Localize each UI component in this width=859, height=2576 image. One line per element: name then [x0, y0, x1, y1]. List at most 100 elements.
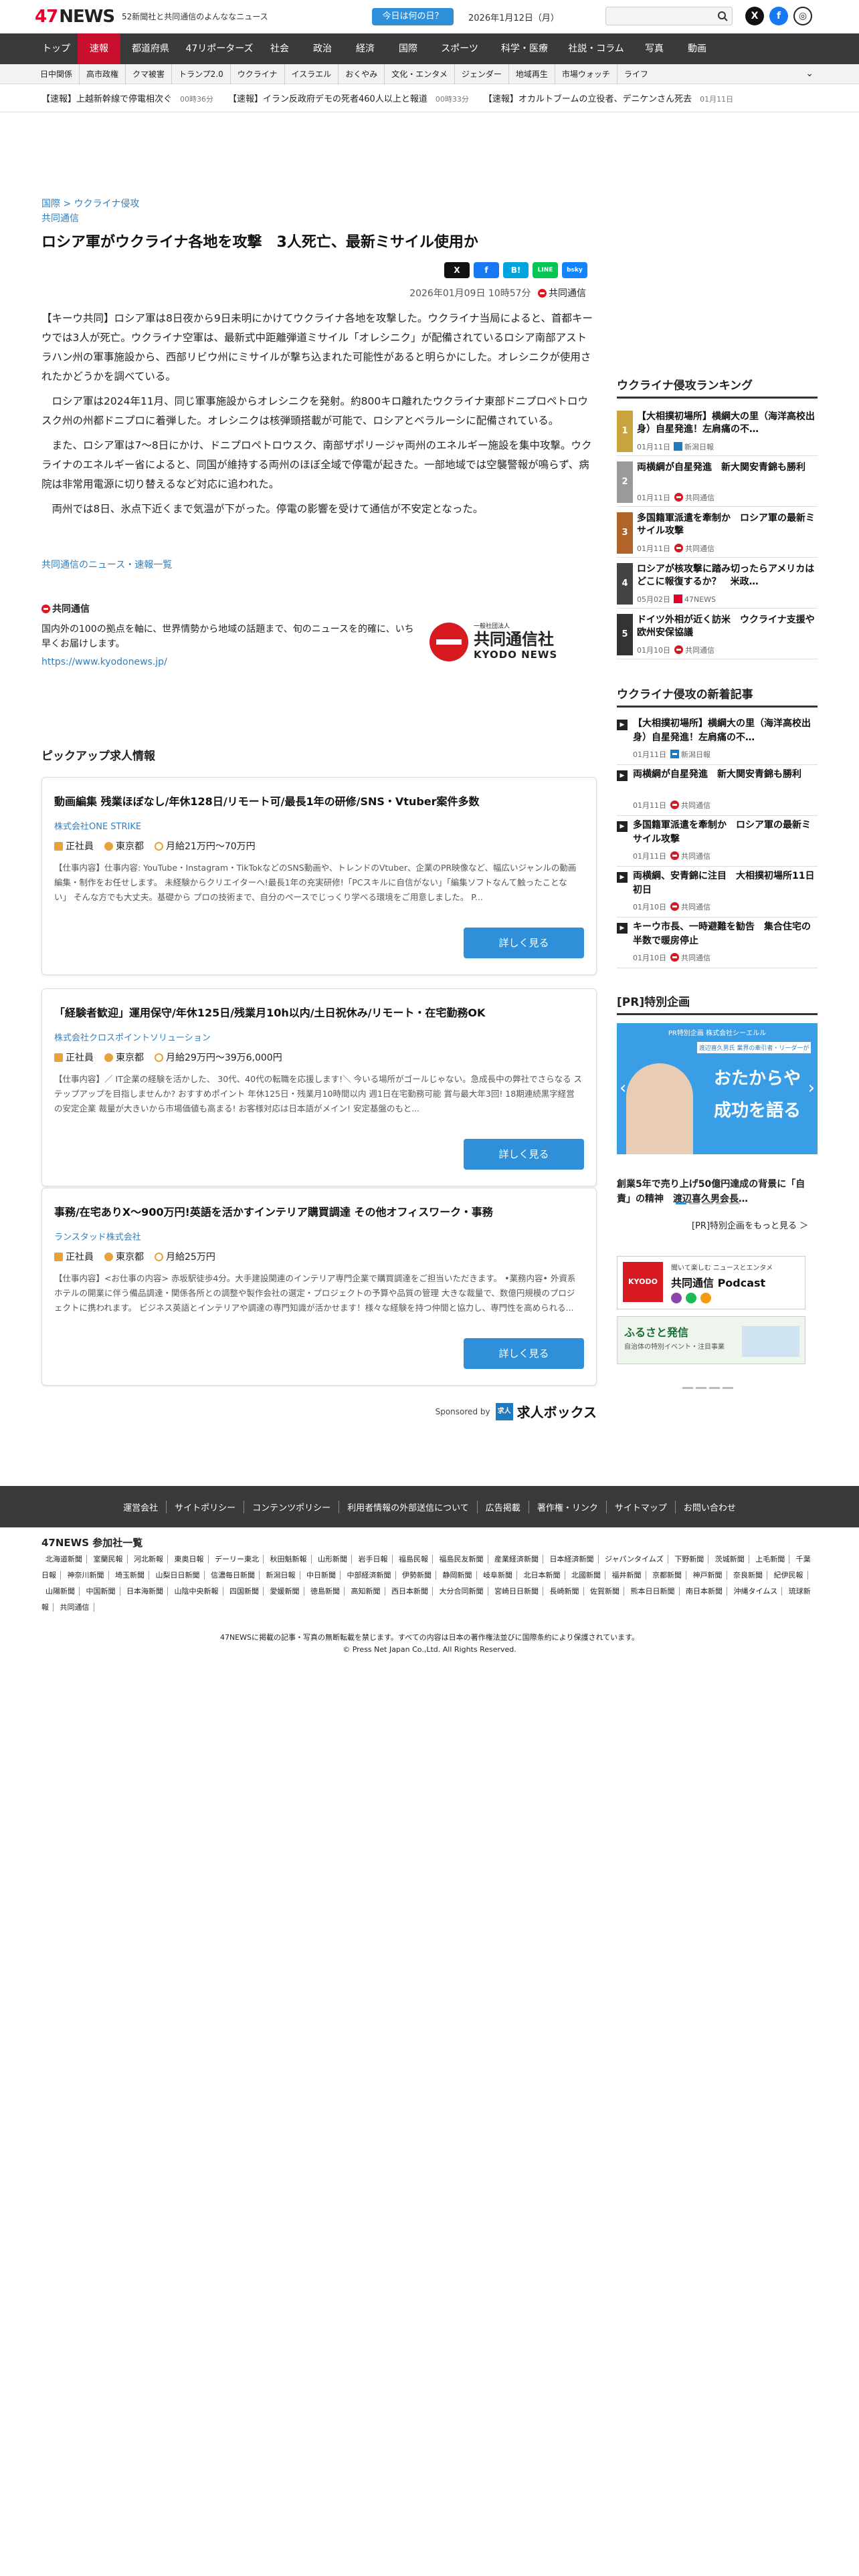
- member-link[interactable]: 大分合同新聞: [435, 1587, 488, 1596]
- search-input[interactable]: [606, 7, 713, 25]
- job-company[interactable]: ランスタッド株式会社: [54, 1230, 141, 1243]
- job-company[interactable]: 株式会社クロスポイントソリューション: [54, 1031, 211, 1043]
- nav-item-international[interactable]: 国際: [387, 33, 430, 64]
- carousel-dot[interactable]: [676, 1202, 686, 1204]
- latest-item[interactable]: ▶ 多国籍軍派遣を牽制か ロシア軍の最新ミサイル攻撃 01月11日 共同通信: [617, 817, 818, 867]
- member-link[interactable]: 埼玉新聞: [111, 1571, 149, 1580]
- nav-item-society[interactable]: 社会: [258, 33, 301, 64]
- ranking-item[interactable]: 3 多国籍軍派遣を牽制か ロシア軍の最新ミサイル攻撃 01月11日 共同通信: [617, 508, 818, 558]
- ranking-item[interactable]: 1 【大相撲初場所】横綱大の里（海洋高校出身）自星発進！左肩痛の不… 01月11…: [617, 407, 818, 456]
- member-link[interactable]: 愛媛新聞: [266, 1587, 304, 1596]
- job-detail-button[interactable]: 詳しく見る: [464, 928, 584, 958]
- globe-icon[interactable]: ◎: [793, 7, 812, 25]
- nav-item-economy[interactable]: 経済: [344, 33, 387, 64]
- member-link[interactable]: 紀伊民報: [769, 1571, 808, 1580]
- site-logo[interactable]: 47 NEWS: [35, 7, 115, 27]
- share-hatena-button[interactable]: B!: [503, 262, 529, 278]
- topic-item[interactable]: 文化・エンタメ: [385, 64, 455, 84]
- nav-item-sports[interactable]: スポーツ: [430, 33, 490, 64]
- topic-item[interactable]: トランプ2.0: [172, 64, 231, 84]
- carousel-dot[interactable]: [716, 1202, 727, 1204]
- member-link[interactable]: 山陽新聞: [41, 1587, 80, 1596]
- carousel-dot[interactable]: [689, 1202, 700, 1204]
- topic-item[interactable]: ライフ: [617, 64, 655, 84]
- member-link[interactable]: 福井新聞: [607, 1571, 646, 1580]
- member-link[interactable]: 奈良新聞: [729, 1571, 767, 1580]
- x-icon[interactable]: X: [745, 7, 764, 25]
- topic-item[interactable]: 地域再生: [509, 64, 555, 84]
- ticker-item[interactable]: 【速報】イラン反政府デモの死者460人以上と報道 00時33分: [228, 92, 469, 104]
- member-link[interactable]: 山陰中央新報: [170, 1587, 223, 1596]
- member-link[interactable]: 静岡新聞: [438, 1571, 477, 1580]
- member-link[interactable]: 茨城新聞: [710, 1555, 749, 1564]
- kyodo-news-list-link[interactable]: 共同通信のニュース・速報一覧: [41, 558, 172, 571]
- nav-item-politics[interactable]: 政治: [301, 33, 344, 64]
- job-title[interactable]: 動画編集 残業ほぼなし/年休128日/リモート可/最長1年の研修/SNS・Vtu…: [54, 792, 583, 809]
- member-link[interactable]: 長崎新聞: [545, 1587, 584, 1596]
- source-category-link[interactable]: 共同通信: [41, 211, 79, 225]
- job-detail-button[interactable]: 詳しく見る: [464, 1338, 584, 1369]
- member-link[interactable]: 共同通信: [56, 1603, 94, 1612]
- share-bluesky-button[interactable]: bsky: [562, 262, 587, 278]
- member-link[interactable]: 下野新聞: [670, 1555, 709, 1564]
- carousel-dot[interactable]: [729, 1202, 740, 1204]
- topic-item[interactable]: ジェンダー: [455, 64, 509, 84]
- member-link[interactable]: 神戸新聞: [688, 1571, 727, 1580]
- member-link[interactable]: 室蘭民報: [89, 1555, 128, 1564]
- nav-item-breaking[interactable]: 速報: [78, 33, 120, 64]
- member-link[interactable]: 四国新聞: [225, 1587, 264, 1596]
- job-title[interactable]: 事務/在宅ありX〜900万円!英語を活かすインテリア購買調達 その他オフィスワー…: [54, 1203, 583, 1219]
- member-link[interactable]: 神奈川新聞: [63, 1571, 109, 1580]
- member-link[interactable]: 徳島新聞: [306, 1587, 345, 1596]
- member-link[interactable]: 北日本新聞: [519, 1571, 565, 1580]
- job-company[interactable]: 株式会社ONE STRIKE: [54, 819, 141, 832]
- member-link[interactable]: 新潟日報: [262, 1571, 300, 1580]
- furusato-banner[interactable]: ふるさと発信 自治体の特別イベント・注目事業: [617, 1316, 805, 1364]
- member-link[interactable]: 河北新報: [130, 1555, 168, 1564]
- member-link[interactable]: 福島民報: [395, 1555, 433, 1564]
- nav-item-top[interactable]: トップ: [35, 33, 78, 64]
- latest-item[interactable]: ▶ 【大相撲初場所】横綱大の里（海洋高校出身）自星発進！左肩痛の不… 01月11…: [617, 716, 818, 765]
- member-link[interactable]: 佐賀新聞: [586, 1587, 624, 1596]
- member-link[interactable]: 福島民友新聞: [435, 1555, 488, 1564]
- latest-item[interactable]: ▶ 両横綱が自星発進 新大関安青錦も勝利 01月11日 共同通信: [617, 766, 818, 816]
- nav-item-editorial[interactable]: 社説・コラム: [559, 33, 633, 64]
- member-link[interactable]: 宮崎日日新聞: [490, 1587, 543, 1596]
- carousel-next-icon[interactable]: ›: [799, 1078, 815, 1099]
- topic-item[interactable]: 日中関係: [35, 64, 80, 84]
- footer-link[interactable]: 利用者情報の外部送信について: [339, 1500, 478, 1513]
- member-link[interactable]: 沖縄タイムス: [729, 1587, 783, 1596]
- footer-link[interactable]: コンテンツポリシー: [244, 1500, 340, 1513]
- pr-more-link[interactable]: [PR]特別企画をもっと見る ＞: [692, 1218, 808, 1231]
- member-link[interactable]: 中日新聞: [302, 1571, 341, 1580]
- topic-item[interactable]: ウクライナ: [231, 64, 285, 84]
- member-link[interactable]: 京都新聞: [648, 1571, 686, 1580]
- member-link[interactable]: 高知新聞: [347, 1587, 385, 1596]
- footer-link[interactable]: サイトマップ: [607, 1500, 676, 1513]
- kyodo-url[interactable]: https://www.kyodonews.jp/: [41, 657, 167, 667]
- nav-item-reporters[interactable]: 47リポーターズ: [181, 33, 258, 64]
- topic-item[interactable]: 市場ウォッチ: [555, 64, 617, 84]
- ranking-item[interactable]: 2 両横綱が自星発進 新大関安青錦も勝利 01月11日 共同通信: [617, 457, 818, 507]
- member-link[interactable]: 日本海新聞: [122, 1587, 168, 1596]
- member-link[interactable]: 山形新聞: [314, 1555, 352, 1564]
- share-x-button[interactable]: X: [444, 262, 470, 278]
- member-link[interactable]: 中部経済新聞: [343, 1571, 396, 1580]
- latest-item[interactable]: ▶ 両横綱、安青錦に注目 大相撲初場所11日初日 01月10日 共同通信: [617, 868, 818, 918]
- member-link[interactable]: 日本経済新聞: [545, 1555, 599, 1564]
- topic-item[interactable]: クマ被害: [126, 64, 173, 84]
- job-title[interactable]: 「経験者歓迎」運用保守/年休125日/残業月10h以内/土日祝休み/リモート・在…: [54, 1004, 583, 1020]
- member-link[interactable]: 東奥日報: [170, 1555, 209, 1564]
- ticker-item[interactable]: 【速報】オカルトブームの立役者、デニケンさん死去 01月11日: [484, 92, 733, 104]
- banner-dot[interactable]: [696, 1387, 706, 1389]
- footer-link[interactable]: 広告掲載: [478, 1500, 529, 1513]
- member-link[interactable]: 信濃毎日新聞: [207, 1571, 260, 1580]
- member-link[interactable]: 岩手日報: [354, 1555, 393, 1564]
- nav-item-photos[interactable]: 写真: [633, 33, 676, 64]
- carousel-dot[interactable]: [702, 1202, 713, 1204]
- ticker-item[interactable]: 【速報】上越新幹線で停電相次ぐ 00時36分: [41, 92, 213, 104]
- podcast-banner[interactable]: KYODO 聞いて楽しむ ニュースとエンタメ 共同通信 Podcast: [617, 1256, 805, 1309]
- share-line-button[interactable]: LINE: [533, 262, 558, 278]
- topic-item[interactable]: 高市政権: [80, 64, 126, 84]
- latest-item[interactable]: ▶ キーウ市長、一時避難を勧告 集合住宅の半数で暖房停止 01月10日 共同通信: [617, 919, 818, 968]
